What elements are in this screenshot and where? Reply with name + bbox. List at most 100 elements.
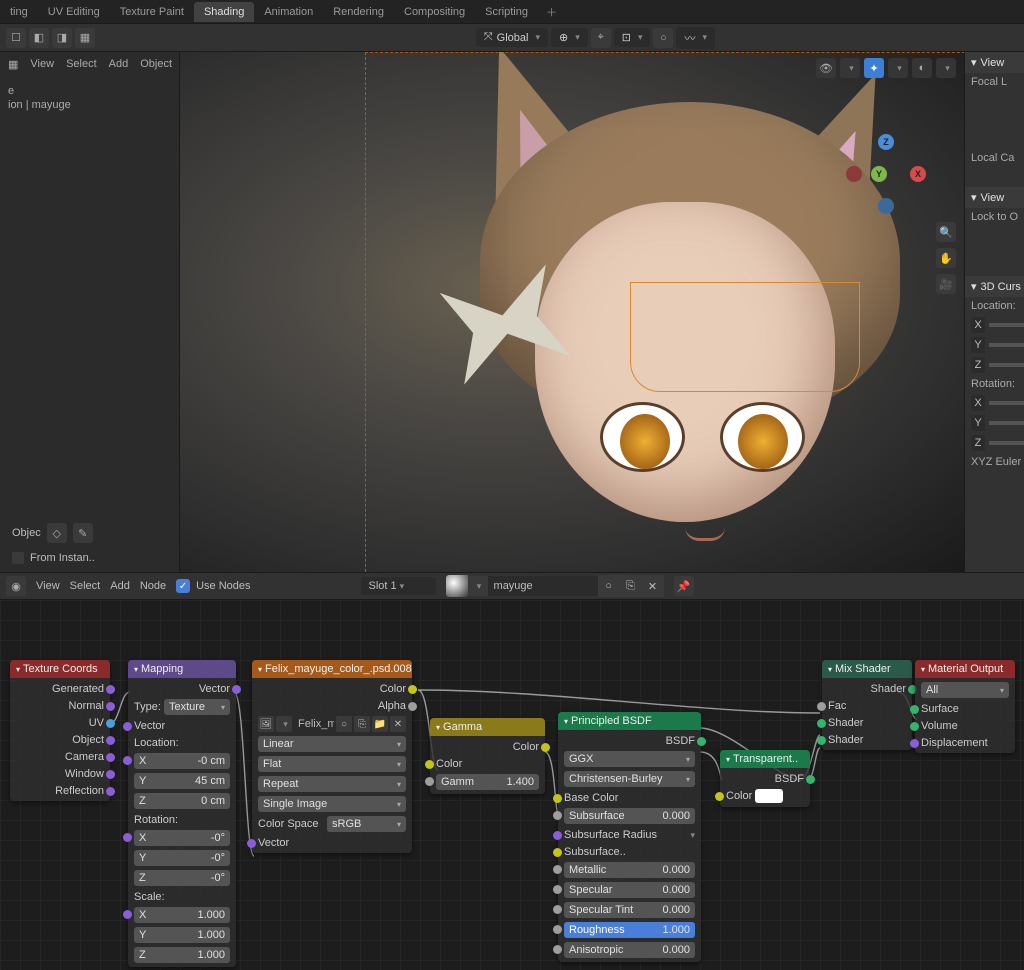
tab-compositing[interactable]: Compositing — [394, 2, 475, 22]
image-browse-icon[interactable]: 🖼 — [258, 716, 274, 732]
loc-z-field[interactable]: Z0 cm — [134, 793, 230, 809]
specular-field[interactable]: Specular0.000 — [564, 882, 695, 898]
overlay-dropdown-icon[interactable] — [936, 58, 956, 78]
object-options-icon[interactable]: ✎ — [73, 523, 93, 543]
image-browse-dropdown[interactable] — [276, 716, 292, 732]
output-target-dropdown[interactable]: All — [921, 682, 1009, 698]
extension-dropdown[interactable]: Repeat — [258, 776, 406, 792]
cursor-z-field[interactable] — [989, 363, 1024, 367]
scl-z-field[interactable]: Z1.000 — [134, 947, 230, 963]
gizmo-x-icon[interactable]: X — [910, 166, 926, 182]
socket-normal[interactable]: Normal — [69, 700, 104, 712]
socket-color-in[interactable]: Color — [726, 790, 752, 802]
socket-vector-in[interactable]: Vector — [258, 837, 289, 849]
overlay-toggle-icon[interactable]: ◐ — [912, 58, 932, 78]
specular-tint-field[interactable]: Specular Tint0.000 — [564, 902, 695, 918]
rot-z-field[interactable]: Z-0° — [134, 870, 230, 886]
node-gamma[interactable]: Gamma Color Color Gamm1.400 — [430, 718, 545, 794]
node-mapping[interactable]: Mapping Vector Type: Texture Vector Loca… — [128, 660, 236, 967]
menu-add[interactable]: Add — [109, 58, 129, 71]
zoom-icon[interactable]: 🔍 — [936, 222, 956, 242]
shader-node-editor[interactable]: Texture Coords Generated Normal UV Objec… — [0, 600, 1024, 970]
image-name-field[interactable]: Felix_ma.. — [294, 716, 334, 732]
node-principled-bsdf[interactable]: Principled BSDF BSDF GGX Christensen-Bur… — [558, 712, 701, 962]
socket-color-in[interactable]: Color — [436, 758, 462, 770]
node-material-output[interactable]: Material Output All Surface Volume Displ… — [915, 660, 1015, 753]
rot-x-field[interactable]: X-0° — [134, 830, 230, 846]
from-instancer-checkbox[interactable] — [12, 552, 24, 564]
socket-vector-in[interactable]: Vector — [134, 720, 165, 732]
gizmo-neg-z-icon[interactable] — [878, 198, 894, 214]
node-header[interactable]: Gamma — [430, 718, 545, 736]
node-header[interactable]: Mix Shader — [822, 660, 912, 678]
scl-y-field[interactable]: Y1.000 — [134, 927, 230, 943]
panel-3dcursor-header[interactable]: ▾ 3D Curs — [965, 276, 1024, 297]
socket-alpha-out[interactable]: Alpha — [378, 700, 406, 712]
node-mix-shader[interactable]: Mix Shader Shader Fac Shader Shader — [822, 660, 912, 750]
menu-view[interactable]: View — [36, 580, 60, 592]
pivot-dropdown[interactable]: ⊕ — [551, 28, 588, 47]
tab-layout[interactable]: ting — [0, 2, 38, 22]
pan-icon[interactable]: ✋ — [936, 248, 956, 268]
gizmo-dropdown-icon[interactable] — [888, 58, 908, 78]
selectability-icon[interactable]: 👁 — [816, 58, 836, 78]
camera-icon[interactable]: 🎥 — [936, 274, 956, 294]
rotation-mode-label[interactable]: XYZ Euler — [965, 453, 1024, 471]
socket-uv[interactable]: UV — [89, 717, 104, 729]
add-workspace-icon[interactable]: ＋ — [538, 0, 565, 24]
color-space-dropdown[interactable]: sRGB — [327, 816, 406, 832]
selectability-dropdown-icon[interactable] — [840, 58, 860, 78]
socket-shader-a[interactable]: Shader — [828, 717, 863, 729]
proportional-icon[interactable]: ○ — [653, 28, 673, 48]
cursor-icon[interactable]: ☐ — [6, 28, 26, 48]
projection-dropdown[interactable]: Flat — [258, 756, 406, 772]
snap-dropdown[interactable]: ⊡ — [614, 28, 651, 47]
loc-y-field[interactable]: Y45 cm — [134, 773, 230, 789]
socket-fac[interactable]: Fac — [828, 700, 846, 712]
menu-node[interactable]: Node — [140, 580, 166, 592]
gizmo-y-icon[interactable]: Y — [871, 166, 887, 182]
panel-view2-header[interactable]: ▾ View — [965, 187, 1024, 208]
3d-viewport[interactable]: 👁 ✦ ◐ Z X Y 🔍 ✋ 🎥 — [180, 52, 964, 572]
cursor3-icon[interactable]: ◨ — [52, 28, 72, 48]
anisotropic-field[interactable]: Anisotropic0.000 — [564, 942, 695, 958]
cursor-rx-field[interactable] — [989, 401, 1024, 405]
panel-view-header[interactable]: ▾ View — [965, 52, 1024, 73]
socket-vector-out[interactable]: Vector — [199, 683, 230, 695]
socket-generated[interactable]: Generated — [52, 683, 104, 695]
socket-window[interactable]: Window — [65, 768, 104, 780]
tab-shading[interactable]: Shading — [194, 2, 254, 22]
tab-rendering[interactable]: Rendering — [323, 2, 394, 22]
scl-x-field[interactable]: X1.000 — [134, 907, 230, 923]
distribution-dropdown[interactable]: GGX — [564, 751, 695, 767]
menu-select[interactable]: Select — [66, 58, 97, 71]
tab-scripting[interactable]: Scripting — [475, 2, 538, 22]
menu-add[interactable]: Add — [110, 580, 130, 592]
node-header[interactable]: Texture Coords — [10, 660, 110, 678]
image-open-icon[interactable]: 📁 — [372, 716, 388, 732]
cursor-ry-field[interactable] — [989, 421, 1024, 425]
copy-icon[interactable]: ⎘ — [620, 575, 642, 597]
node-transparent-bsdf[interactable]: Transparent.. BSDF Color — [720, 750, 810, 807]
pin-icon[interactable]: ○ — [598, 575, 620, 597]
cursor2-icon[interactable]: ◧ — [29, 28, 49, 48]
socket-sss-radius[interactable]: Subsurface Radius — [564, 829, 687, 841]
chevron-down-icon[interactable] — [687, 829, 695, 841]
socket-camera[interactable]: Camera — [65, 751, 104, 763]
node-header[interactable]: Felix_mayuge_color_.psd.008 — [252, 660, 412, 678]
node-header[interactable]: Mapping — [128, 660, 236, 678]
unlink-icon[interactable]: ✕ — [642, 575, 664, 597]
object-mode-icon[interactable]: ◇ — [47, 523, 67, 543]
gizmo-z-icon[interactable]: Z — [878, 134, 894, 150]
tab-texture-paint[interactable]: Texture Paint — [110, 2, 194, 22]
socket-bsdf-out[interactable]: BSDF — [775, 773, 804, 785]
source-dropdown[interactable]: Single Image — [258, 796, 406, 812]
orientation-dropdown[interactable]: ⤧Global — [476, 28, 548, 47]
interp-dropdown[interactable]: Linear — [258, 736, 406, 752]
socket-shader-b[interactable]: Shader — [828, 734, 863, 746]
image-new-icon[interactable]: ⎘ — [354, 716, 370, 732]
gizmo-neg-x-icon[interactable] — [846, 166, 862, 182]
material-name-field[interactable]: mayuge — [488, 576, 598, 596]
socket-surface[interactable]: Surface — [921, 703, 959, 715]
node-image-texture[interactable]: Felix_mayuge_color_.psd.008 Color Alpha … — [252, 660, 412, 853]
